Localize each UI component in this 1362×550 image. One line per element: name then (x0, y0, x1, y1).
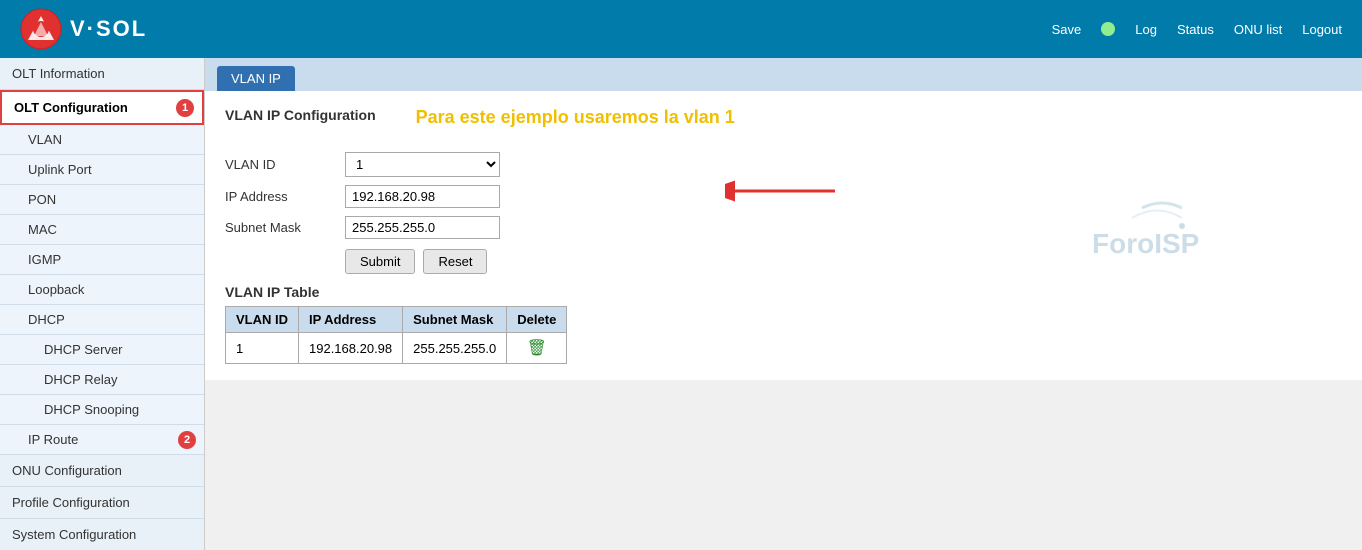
sidebar-item-profile-config[interactable]: Profile Configuration (0, 487, 204, 519)
submit-button[interactable]: Submit (345, 249, 415, 274)
status-indicator (1101, 22, 1115, 36)
content-area: VLAN IP Configuration Para este ejemplo … (205, 91, 1362, 380)
section-title: VLAN IP Configuration (225, 107, 376, 123)
sidebar-item-dhcp-server[interactable]: DHCP Server (0, 335, 204, 365)
cell-vlan-id: 1 (226, 333, 299, 364)
badge-2: 2 (178, 431, 196, 449)
delete-icon[interactable]: 🗑 (527, 340, 547, 357)
annotation-text: Para este ejemplo usaremos la vlan 1 (416, 107, 735, 142)
cell-subnet-mask: 255.255.255.0 (403, 333, 507, 364)
main-content: VLAN IP VLAN IP Configuration Para este … (205, 58, 1362, 380)
sidebar-item-pon[interactable]: PON (0, 185, 204, 215)
form-row-vlan-id: VLAN ID 1 (225, 152, 1342, 177)
cell-ip-address: 192.168.20.98 (299, 333, 403, 364)
sidebar-item-system-config[interactable]: System Configuration (0, 519, 204, 550)
col-vlan-id: VLAN ID (226, 307, 299, 333)
cell-delete[interactable]: 🗑 (507, 333, 567, 364)
form-row-subnet-mask: Subnet Mask (225, 216, 1342, 239)
sidebar-item-vlan[interactable]: VLAN (0, 125, 204, 155)
sidebar-item-olt-info[interactable]: OLT Information (0, 58, 204, 90)
form-buttons: Submit Reset (345, 249, 1342, 274)
sidebar: OLT Information OLT Configuration 1 VLAN… (0, 58, 205, 550)
sidebar-item-mac[interactable]: MAC (0, 215, 204, 245)
subnet-mask-label: Subnet Mask (225, 220, 345, 235)
logo-text: V·SOL (70, 16, 147, 42)
header-right: Save Log Status ONU list Logout (1052, 22, 1342, 37)
vlan-ip-table: VLAN ID IP Address Subnet Mask Delete 1 … (225, 306, 567, 364)
subnet-mask-input[interactable] (345, 216, 500, 239)
col-subnet-mask: Subnet Mask (403, 307, 507, 333)
sidebar-item-dhcp[interactable]: DHCP (0, 305, 204, 335)
tab-vlan-ip[interactable]: VLAN IP (217, 66, 295, 91)
onu-list-link[interactable]: ONU list (1234, 22, 1282, 37)
layout: OLT Information OLT Configuration 1 VLAN… (0, 58, 1362, 550)
table-row: 1 192.168.20.98 255.255.255.0 🗑 (226, 333, 567, 364)
col-delete: Delete (507, 307, 567, 333)
ip-address-label: IP Address (225, 189, 345, 204)
sidebar-item-loopback[interactable]: Loopback (0, 275, 204, 305)
sidebar-item-uplink-port[interactable]: Uplink Port (0, 155, 204, 185)
sidebar-item-olt-config[interactable]: OLT Configuration 1 (0, 90, 204, 125)
table-header-row: VLAN ID IP Address Subnet Mask Delete (226, 307, 567, 333)
header: V·SOL Save Log Status ONU list Logout (0, 0, 1362, 58)
save-button[interactable]: Save (1052, 22, 1082, 37)
col-ip-address: IP Address (299, 307, 403, 333)
badge-1: 1 (176, 99, 194, 117)
sidebar-item-ip-route[interactable]: IP Route 2 (0, 425, 204, 455)
vlan-id-select[interactable]: 1 (345, 152, 500, 177)
logout-link[interactable]: Logout (1302, 22, 1342, 37)
tab-bar: VLAN IP (205, 58, 1362, 91)
vlan-id-label: VLAN ID (225, 157, 345, 172)
log-link[interactable]: Log (1135, 22, 1157, 37)
logo-area: V·SOL (20, 8, 147, 50)
sidebar-item-dhcp-relay[interactable]: DHCP Relay (0, 365, 204, 395)
annotation-arrow (725, 176, 845, 206)
reset-button[interactable]: Reset (423, 249, 487, 274)
sidebar-item-igmp[interactable]: IGMP (0, 245, 204, 275)
sidebar-item-dhcp-snooping[interactable]: DHCP Snooping (0, 395, 204, 425)
table-title: VLAN IP Table (225, 284, 1342, 300)
sidebar-item-onu-config[interactable]: ONU Configuration (0, 455, 204, 487)
vsol-logo-icon (20, 8, 62, 50)
status-link[interactable]: Status (1177, 22, 1214, 37)
ip-address-input[interactable] (345, 185, 500, 208)
